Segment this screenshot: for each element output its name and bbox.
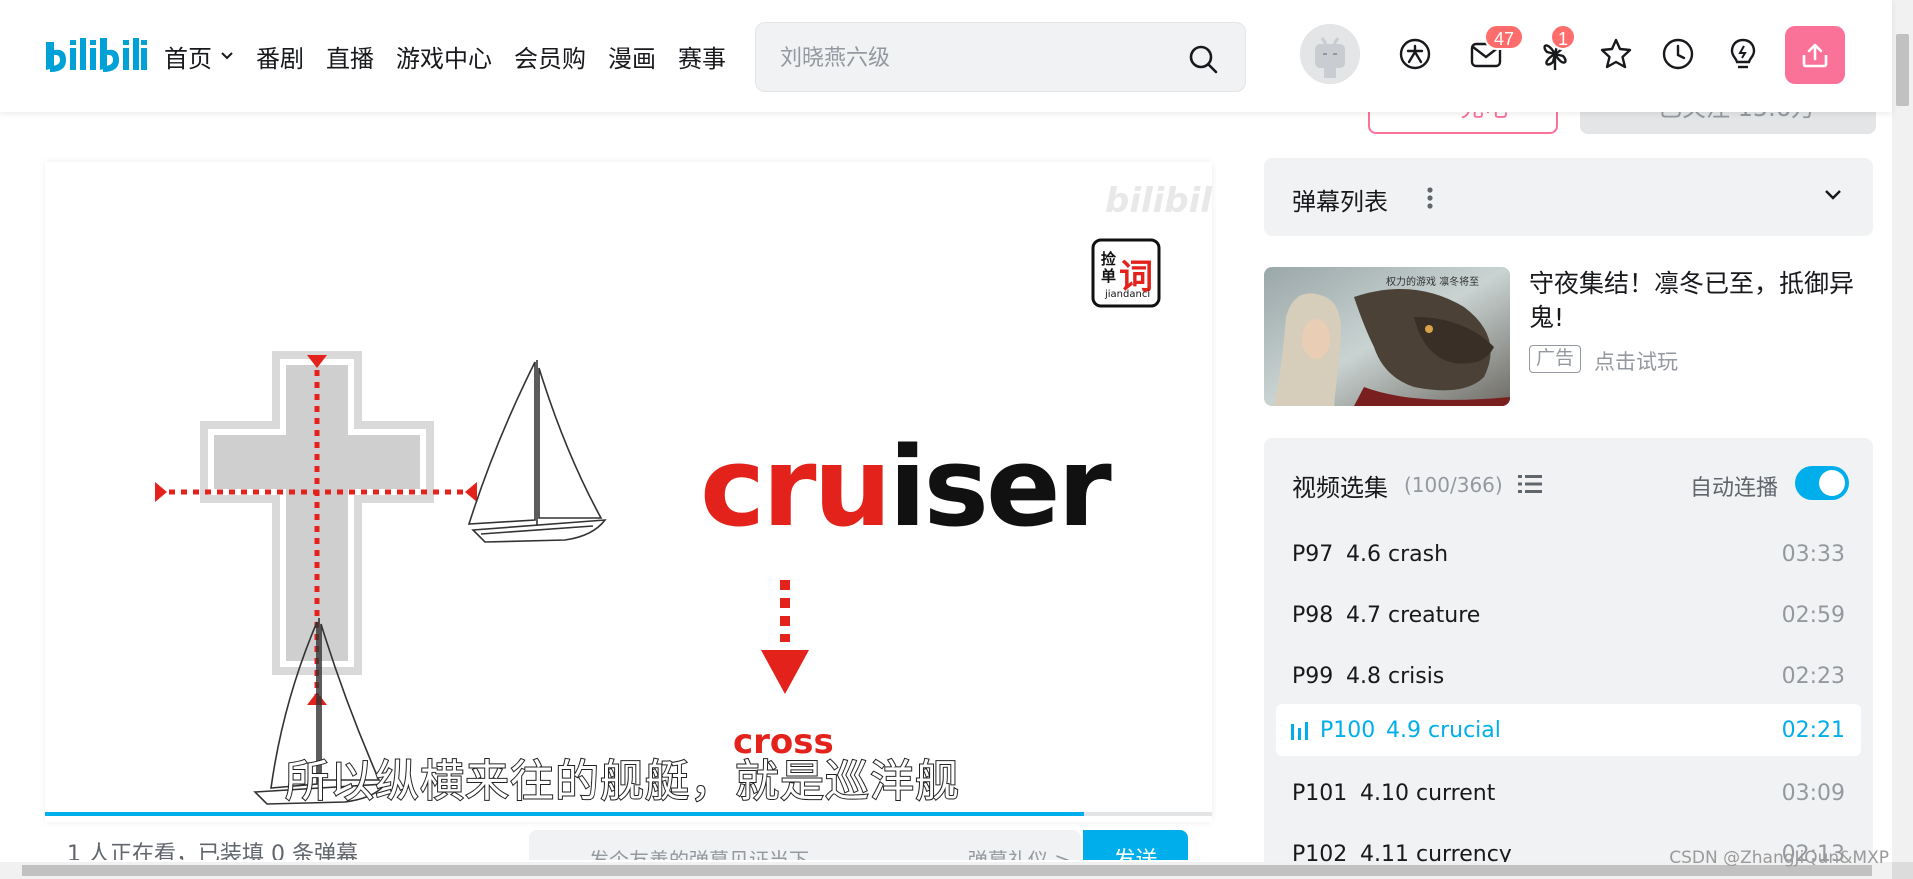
ad-thumb-caption: 权力的游戏 凛冬将至 — [1386, 277, 1480, 288]
danmaku-placeholder: 发个友善的弹幕见证当下 — [589, 848, 809, 860]
search-input[interactable] — [780, 38, 1180, 78]
nav-mall-label: 会员购 — [514, 44, 586, 73]
episode-code: P101 — [1292, 781, 1348, 806]
danmaku-list-panel[interactable]: 弹幕列表 — [1264, 158, 1873, 236]
episode-item[interactable]: P99 4.8 crisis 02:23 — [1276, 650, 1861, 702]
danmaku-etiquette-link[interactable]: 弹幕礼仪 > — [968, 844, 1071, 860]
vocabulary-word: cruiser — [700, 432, 1112, 542]
ad-try-link[interactable]: 点击试玩 — [1594, 346, 1678, 376]
main-nav: 首页 番剧 直播 游戏中心 会员购 漫画 赛事 — [164, 36, 748, 76]
video-watermark: bilibili — [1105, 181, 1212, 221]
viewer-info: 1 人正在看，已装填 0 条弹幕 — [67, 842, 358, 860]
nav-game-center[interactable]: 游戏中心 — [396, 36, 492, 76]
dynamic-badge: 1 — [1550, 24, 1576, 50]
episode-item[interactable]: P101 4.10 current 03:09 — [1276, 767, 1861, 819]
upload-button[interactable] — [1785, 26, 1845, 84]
danmaku-send-bar: 1 人正在看，已装填 0 条弹幕 发个友善的弹幕见证当下 弹幕礼仪 > 发送 — [45, 830, 1212, 860]
logo-sub-text: jiandanci — [1105, 289, 1151, 300]
ad-card[interactable]: 权力的游戏 凛冬将至 守夜集结！凛冬已至，抵御异鬼! 广告 点击试玩 — [1264, 267, 1873, 407]
chevron-down-icon[interactable] — [1823, 188, 1843, 202]
episode-code: P100 — [1320, 718, 1376, 743]
message-badge: 47 — [1484, 24, 1525, 50]
episode-title: 4.6 crash — [1346, 542, 1449, 567]
episode-title: 4.9 crucial — [1386, 718, 1501, 743]
danmaku-input[interactable]: 发个友善的弹幕见证当下 弹幕礼仪 > — [529, 830, 1081, 860]
creation-icon[interactable] — [1725, 36, 1761, 72]
autoplay-toggle[interactable] — [1795, 466, 1849, 500]
horizontal-scroll-thumb[interactable] — [22, 865, 1872, 876]
big-member-icon[interactable] — [1397, 36, 1433, 72]
video-progress-remaining[interactable] — [1084, 812, 1212, 816]
nav-manga-label: 漫画 — [608, 44, 656, 73]
sailboat-sketch — [467, 360, 607, 543]
send-danmaku-button[interactable]: 发送 — [1083, 830, 1188, 860]
nav-live[interactable]: 直播 — [326, 36, 374, 76]
episode-duration: 03:09 — [1781, 781, 1845, 806]
word-root-part: cru — [700, 423, 892, 551]
nav-live-label: 直播 — [326, 44, 374, 73]
video-progress-bar[interactable] — [45, 812, 1084, 816]
list-view-icon[interactable] — [1518, 474, 1542, 494]
search-box — [755, 22, 1246, 92]
vertical-scrollbar[interactable] — [1892, 0, 1913, 862]
avatar[interactable] — [1300, 24, 1360, 84]
episode-item[interactable]: P98 4.7 creature 02:59 — [1276, 589, 1861, 641]
nav-esports-label: 赛事 — [678, 44, 726, 73]
ad-thumbnail[interactable]: 权力的游戏 凛冬将至 — [1264, 267, 1510, 406]
vertical-scroll-thumb[interactable] — [1896, 34, 1909, 106]
episode-duration: 02:59 — [1781, 603, 1845, 628]
chevron-down-icon — [221, 52, 233, 60]
logo-small-text: 捡单 — [1101, 250, 1117, 285]
video-player[interactable]: bilibili 捡单 词 jiandanci cruiser cross 所以… — [45, 162, 1212, 822]
favorites-icon[interactable] — [1598, 36, 1634, 72]
csdn-watermark: CSDN @ZhangJiQun&MXP — [1669, 848, 1889, 868]
history-icon[interactable] — [1660, 36, 1696, 72]
episode-title: 4.10 current — [1360, 781, 1496, 806]
ad-badge: 广告 — [1529, 345, 1582, 373]
top-header: 首页 番剧 直播 游戏中心 会员购 漫画 赛事 刘晓燕六级 47 1 — [0, 0, 1892, 112]
scrollbar-corner — [1892, 862, 1913, 879]
autoplay-label: 自动连播 — [1690, 476, 1779, 501]
episode-item[interactable]: P97 4.6 crash 03:33 — [1276, 528, 1861, 580]
episode-code: P97 — [1292, 542, 1334, 567]
nav-game-center-label: 游戏中心 — [396, 44, 492, 73]
collection-title: 视频选集 — [1292, 474, 1388, 502]
ad-title[interactable]: 守夜集结！凛冬已至，抵御异鬼! — [1529, 267, 1873, 335]
default-avatar-icon — [1300, 24, 1360, 84]
episode-title: 4.7 creature — [1346, 603, 1481, 628]
nav-esports[interactable]: 赛事 — [678, 36, 726, 76]
word-suffix-part: iser — [888, 423, 1112, 551]
episode-code: P99 — [1292, 664, 1334, 689]
bilibili-logo[interactable] — [40, 28, 148, 80]
danmaku-list-title: 弹幕列表 — [1292, 188, 1388, 216]
nav-home[interactable]: 首页 — [164, 36, 234, 76]
video-collection-panel: 视频选集 (100/366) 自动连播 P97 4.6 crash 03:33 … — [1264, 438, 1873, 879]
video-subtitle: 所以纵横来往的舰艇，就是巡洋舰 — [284, 755, 960, 808]
episode-duration: 03:33 — [1781, 542, 1845, 567]
horizontal-scrollbar[interactable] — [0, 862, 1892, 879]
episode-item-active[interactable]: P100 4.9 crucial 02:21 — [1276, 704, 1861, 756]
upload-icon — [1802, 43, 1828, 68]
nav-mall[interactable]: 会员购 — [514, 36, 586, 76]
nav-home-label: 首页 — [164, 44, 212, 73]
more-options-icon[interactable] — [1426, 186, 1434, 210]
search-icon[interactable] — [1187, 43, 1219, 75]
episode-duration: 02:23 — [1781, 664, 1845, 689]
collection-count: (100/366) — [1404, 473, 1503, 497]
episode-code: P98 — [1292, 603, 1334, 628]
now-playing-icon — [1291, 722, 1308, 740]
episode-title: 4.8 crisis — [1346, 664, 1445, 689]
nav-anime[interactable]: 番剧 — [256, 36, 304, 76]
episode-duration: 02:21 — [1781, 718, 1845, 743]
nav-manga[interactable]: 漫画 — [608, 36, 656, 76]
nav-anime-label: 番剧 — [256, 44, 304, 73]
